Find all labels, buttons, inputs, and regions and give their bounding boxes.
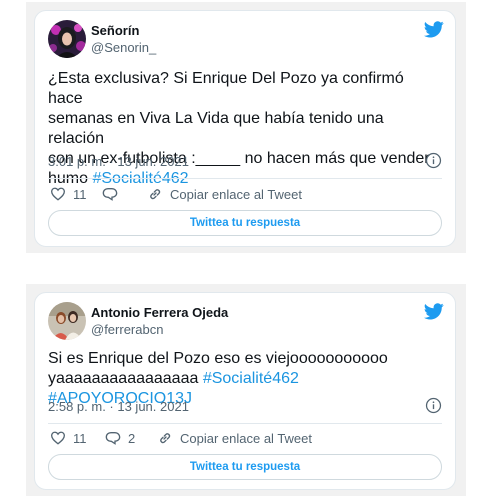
tweet-text: ¿Esta exclusiva? Si Enrique Del Pozo ya … (48, 69, 442, 189)
tweet-meta: 3:01 p. m. · 13 jun. 2021 (48, 152, 442, 170)
reply-bubble-icon (105, 432, 121, 445)
heart-icon (50, 431, 66, 445)
author-info[interactable]: Antonio Ferrera Ojeda @ferrerabcn (91, 305, 228, 338)
tweet-embed-frame: Antonio Ferrera Ojeda @ferrerabcn Si es … (26, 284, 466, 496)
tweet-header: Antonio Ferrera Ojeda @ferrerabcn (48, 302, 444, 342)
reply-cta-button[interactable]: Twittea tu respuesta (48, 210, 442, 236)
copy-link-label: Copiar enlace al Tweet (170, 186, 303, 202)
tweet-embed-frame: Señorín @Senorin_ ¿Esta exclusiva? Si En… (26, 2, 466, 253)
like-count: 11 (73, 430, 87, 446)
avatar[interactable] (48, 302, 86, 340)
copy-link-button[interactable]: Copiar enlace al Tweet (157, 428, 312, 448)
reply-button[interactable]: 2 (105, 428, 135, 448)
link-icon (160, 433, 171, 444)
hashtag-link[interactable]: #Socialité462 (203, 370, 299, 387)
display-name[interactable]: Señorín (91, 23, 156, 39)
divider (48, 178, 442, 179)
avatar[interactable] (48, 20, 86, 58)
like-button[interactable]: 11 (50, 184, 87, 204)
info-icon[interactable] (425, 397, 442, 414)
tweet-header: Señorín @Senorin_ (48, 20, 444, 60)
tweet-timestamp[interactable]: 3:01 p. m. · 13 jun. 2021 (48, 154, 189, 169)
copy-link-label: Copiar enlace al Tweet (180, 430, 313, 446)
reply-bubble-icon (102, 188, 118, 201)
divider (48, 423, 442, 424)
tweet-card[interactable]: Antonio Ferrera Ojeda @ferrerabcn Si es … (34, 292, 456, 490)
tweet-meta: 2:58 p. m. · 13 jun. 2021 (48, 397, 442, 415)
tweet-timestamp[interactable]: 2:58 p. m. · 13 jun. 2021 (48, 399, 189, 414)
author-info[interactable]: Señorín @Senorin_ (91, 23, 156, 56)
like-button[interactable]: 11 (50, 428, 87, 448)
twitter-bird-icon[interactable] (424, 21, 444, 38)
reply-cta-button[interactable]: Twittea tu respuesta (48, 454, 442, 480)
info-icon[interactable] (425, 152, 442, 169)
display-name[interactable]: Antonio Ferrera Ojeda (91, 305, 228, 321)
copy-link-button[interactable]: Copiar enlace al Tweet (147, 184, 302, 204)
tweet-actions: 11 Copiar enlace al Tweet (48, 184, 442, 204)
like-count: 11 (73, 186, 87, 202)
heart-icon (50, 187, 66, 201)
reply-button[interactable] (102, 184, 125, 204)
twitter-bird-icon[interactable] (424, 303, 444, 320)
user-handle[interactable]: @Senorin_ (91, 40, 156, 56)
link-icon (150, 189, 161, 200)
user-handle[interactable]: @ferrerabcn (91, 322, 228, 338)
tweet-actions: 11 2 Copiar enlace al Tweet (48, 428, 442, 448)
tweet-card[interactable]: Señorín @Senorin_ ¿Esta exclusiva? Si En… (34, 10, 456, 247)
reply-count: 2 (128, 430, 136, 446)
